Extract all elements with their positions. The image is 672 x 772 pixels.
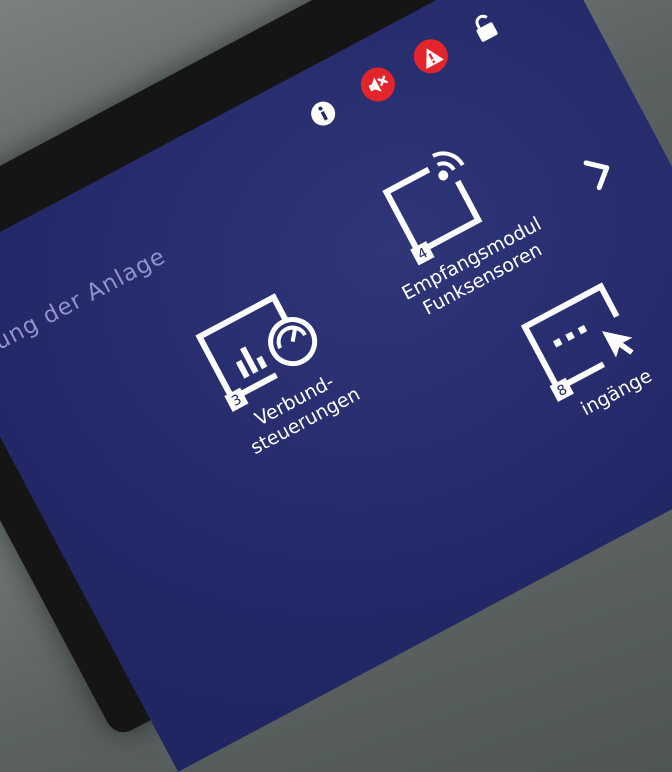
tile-empfangsmodul[interactable]: 4 Empfangsmodul Funksensoren: [334, 113, 572, 335]
unlock-icon[interactable]: [463, 4, 509, 50]
alarm-muted-icon[interactable]: [354, 61, 401, 108]
info-icon[interactable]: [300, 91, 346, 137]
tile-eingaenge[interactable]: 8 ingänge: [480, 250, 672, 448]
tile-verbundsteuerungen[interactable]: 3 Verbund- steuerungen: [159, 258, 395, 476]
warning-badge: [407, 33, 454, 80]
warning-icon[interactable]: [407, 33, 454, 80]
chevron-right-icon[interactable]: [578, 146, 623, 195]
alarm-muted-badge: [354, 61, 401, 108]
